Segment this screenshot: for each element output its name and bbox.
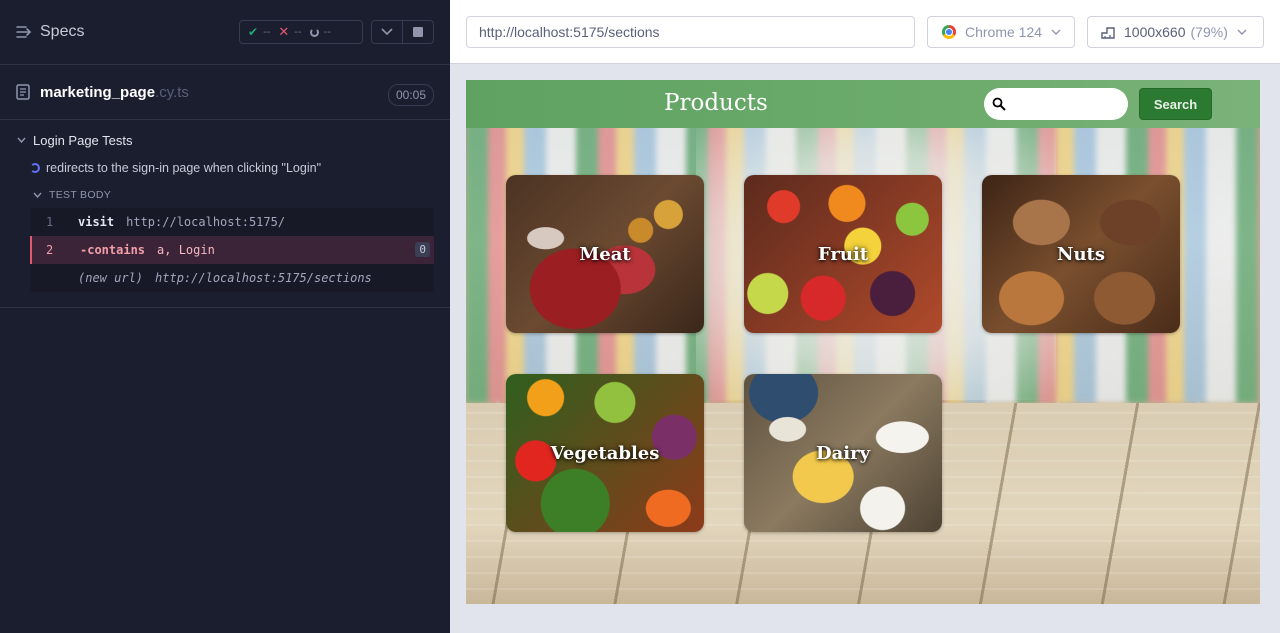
stop-button[interactable]	[402, 21, 433, 43]
stop-icon	[413, 27, 423, 37]
test-body-header[interactable]: TEST BODY	[0, 182, 450, 208]
spec-file-row[interactable]: marketing_page .cy.ts 00:05	[0, 65, 450, 120]
browser-panel: http://localhost:5175/sections Chrome 12…	[450, 0, 1280, 633]
category-label: Dairy	[815, 442, 871, 464]
command-arg: a, Login	[157, 243, 215, 257]
passed-stat: ✔ --	[248, 25, 270, 39]
url-bar[interactable]: http://localhost:5175/sections	[466, 16, 915, 48]
command-row-new-url[interactable]: (new url) http://localhost:5175/sections	[30, 264, 434, 292]
app-under-test: Products Search Meat Fruit Nuts Vegetabl…	[466, 80, 1260, 604]
browser-toolbar: http://localhost:5175/sections Chrome 12…	[450, 0, 1280, 64]
match-count-badge: 0	[415, 242, 430, 257]
test-suite: Login Page Tests redirects to the sign-i…	[0, 120, 450, 308]
browser-name: Chrome 124	[965, 24, 1043, 40]
check-icon: ✔	[248, 25, 259, 39]
test-title: redirects to the sign-in page when click…	[46, 161, 321, 175]
chevron-down-icon	[381, 28, 393, 36]
viewport-size: 1000x660	[1124, 24, 1186, 40]
command-number: 2	[46, 243, 54, 257]
pending-count: --	[323, 26, 331, 38]
document-icon	[16, 84, 30, 100]
command-log: 1 visit http://localhost:5175/ 2 -contai…	[30, 208, 434, 292]
command-name: visit	[78, 215, 115, 229]
spec-duration: 00:05	[387, 84, 434, 106]
command-row[interactable]: 1 visit http://localhost:5175/	[30, 208, 434, 236]
page-title: Products	[664, 90, 768, 116]
suite-title-row[interactable]: Login Page Tests	[0, 126, 450, 154]
chrome-icon	[942, 25, 956, 39]
search-icon	[992, 97, 1006, 111]
new-url-value: http://localhost:5175/sections	[155, 271, 372, 285]
command-name: -contains	[80, 243, 146, 257]
search-box[interactable]	[984, 88, 1128, 120]
spec-name: marketing_page	[40, 83, 156, 101]
specs-list-icon[interactable]	[16, 25, 32, 39]
passed-count: --	[263, 26, 271, 38]
category-label: Vegetables	[550, 442, 660, 464]
ruler-icon	[1101, 27, 1115, 39]
failed-stat: ✕ --	[278, 24, 301, 40]
reporter-header: Specs ✔ -- ✕ -- --	[0, 0, 450, 65]
cross-icon: ✕	[278, 24, 290, 39]
app-header: Products Search	[466, 80, 1260, 128]
browser-selector[interactable]: Chrome 124	[927, 16, 1075, 48]
run-controls	[371, 20, 434, 44]
category-card-nuts[interactable]: Nuts	[982, 175, 1180, 333]
viewport-selector[interactable]: 1000x660 (79%)	[1087, 16, 1264, 48]
pending-stat: --	[309, 26, 331, 38]
chevron-down-icon	[32, 190, 42, 200]
command-arg: http://localhost:5175/	[126, 215, 286, 229]
category-card-vegetables[interactable]: Vegetables	[506, 374, 704, 532]
category-label: Nuts	[1057, 243, 1105, 265]
new-url-label: (new url)	[78, 271, 144, 285]
chevron-down-icon	[1051, 27, 1061, 38]
chevron-down-icon	[1237, 27, 1247, 38]
suite-title: Login Page Tests	[33, 132, 133, 148]
running-icon	[30, 163, 40, 173]
category-label: Meat	[579, 243, 631, 265]
command-row-failed[interactable]: 2 -contains a, Login 0	[30, 236, 434, 264]
viewport-scale: (79%)	[1190, 24, 1228, 40]
category-label: Fruit	[817, 243, 869, 265]
chevron-down-icon	[16, 135, 26, 145]
search-input[interactable]	[1012, 94, 1120, 114]
spec-extension: .cy.ts	[155, 83, 189, 101]
test-body-label: TEST BODY	[49, 189, 112, 201]
failed-count: --	[294, 26, 302, 38]
search-button[interactable]: Search	[1139, 88, 1212, 120]
category-card-fruit[interactable]: Fruit	[744, 175, 942, 333]
test-title-row[interactable]: redirects to the sign-in page when click…	[0, 154, 450, 182]
specs-title[interactable]: Specs	[40, 23, 84, 41]
expand-toggle-button[interactable]	[372, 21, 402, 43]
category-card-meat[interactable]: Meat	[506, 175, 704, 333]
spinner-icon	[309, 27, 319, 37]
test-stats: ✔ -- ✕ -- --	[239, 20, 363, 44]
reporter-panel: Specs ✔ -- ✕ -- -- marketing_page .cy.ts 0…	[0, 0, 450, 633]
category-card-dairy[interactable]: Dairy	[744, 374, 942, 532]
suite-divider	[0, 292, 450, 308]
command-number: 1	[46, 215, 54, 229]
